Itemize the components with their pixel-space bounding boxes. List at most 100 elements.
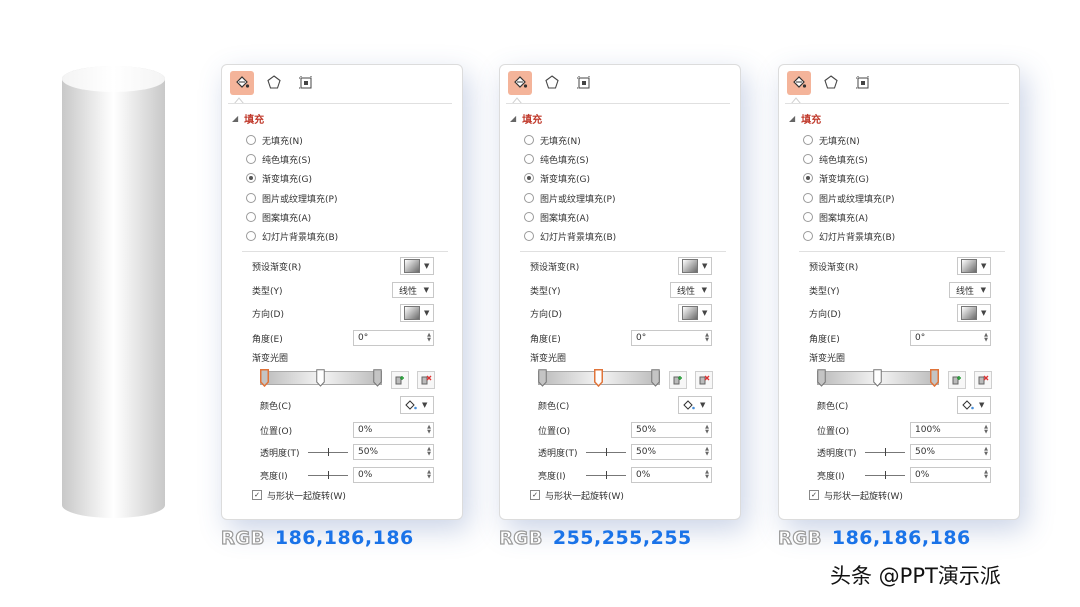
radio-button[interactable] <box>246 173 256 183</box>
gradient-stop[interactable] <box>373 369 382 387</box>
type-select[interactable]: 线性 ▼ <box>670 282 712 298</box>
rotate-checkbox[interactable]: ✓ <box>252 490 262 500</box>
tab-pentagon-shape[interactable] <box>262 71 286 95</box>
rotate-with-shape-option[interactable]: ✓ 与形状一起旋转(W) <box>530 488 624 502</box>
spinner-arrows-icon[interactable]: ▲ ▼ <box>427 447 431 457</box>
fill-section-header[interactable]: ◢ 填充 <box>232 111 264 126</box>
gradient-stops-bar[interactable] <box>817 369 939 387</box>
brightness-spinner[interactable]: 0% ▲ ▼ <box>910 467 991 483</box>
transparency-slider[interactable] <box>308 445 348 459</box>
brightness-slider[interactable] <box>586 468 626 482</box>
spinner-arrows-icon[interactable]: ▲ ▼ <box>427 333 431 343</box>
position-spinner[interactable]: 0% ▲ ▼ <box>353 422 434 438</box>
type-select[interactable]: 线性 ▼ <box>949 282 991 298</box>
transparency-spinner[interactable]: 50% ▲ ▼ <box>353 444 434 460</box>
fill-section-header[interactable]: ◢ 填充 <box>789 111 821 126</box>
radio-button[interactable] <box>524 173 534 183</box>
preset-gradient-dropdown[interactable]: ▼ <box>957 257 991 275</box>
tab-pentagon-shape[interactable] <box>819 71 843 95</box>
color-dropdown[interactable]: ▼ <box>400 396 434 414</box>
radio-button[interactable] <box>246 212 256 222</box>
remove-gradient-stop-button[interactable] <box>695 371 713 389</box>
brightness-spinner[interactable]: 0% ▲ ▼ <box>631 467 712 483</box>
brightness-spinner[interactable]: 0% ▲ ▼ <box>353 467 434 483</box>
gradient-stop[interactable] <box>316 369 325 387</box>
remove-gradient-stop-button[interactable] <box>417 371 435 389</box>
fill-option[interactable]: 图片或纹理填充(P) <box>246 191 337 205</box>
fill-option[interactable]: 幻灯片背景填充(B) <box>524 229 616 243</box>
radio-button[interactable] <box>524 135 534 145</box>
spinner-arrows-icon[interactable]: ▲ ▼ <box>984 470 988 480</box>
position-spinner[interactable]: 50% ▲ ▼ <box>631 422 712 438</box>
spinner-arrows-icon[interactable]: ▲ ▼ <box>705 333 709 343</box>
spinner-arrows-icon[interactable]: ▲ ▼ <box>705 425 709 435</box>
direction-dropdown[interactable]: ▼ <box>400 304 434 322</box>
fill-option[interactable]: 渐变填充(G) <box>246 171 312 185</box>
spinner-arrows-icon[interactable]: ▲ ▼ <box>705 447 709 457</box>
spinner-arrows-icon[interactable]: ▲ ▼ <box>984 333 988 343</box>
gradient-stop[interactable] <box>873 369 882 387</box>
rotate-with-shape-option[interactable]: ✓ 与形状一起旋转(W) <box>252 488 346 502</box>
slider-thumb[interactable] <box>328 448 329 456</box>
gradient-stop[interactable] <box>930 369 939 387</box>
transparency-spinner[interactable]: 50% ▲ ▼ <box>631 444 712 460</box>
radio-button[interactable] <box>803 193 813 203</box>
gradient-stop[interactable] <box>651 369 660 387</box>
slider-thumb[interactable] <box>328 471 329 479</box>
tab-size-properties[interactable] <box>851 71 875 95</box>
radio-button[interactable] <box>246 135 256 145</box>
slider-thumb[interactable] <box>606 448 607 456</box>
tab-fill-bucket[interactable] <box>787 71 811 95</box>
radio-button[interactable] <box>246 193 256 203</box>
slider-thumb[interactable] <box>606 471 607 479</box>
fill-option[interactable]: 无填充(N) <box>524 133 581 147</box>
remove-gradient-stop-button[interactable] <box>974 371 992 389</box>
transparency-slider[interactable] <box>586 445 626 459</box>
angle-spinner[interactable]: 0° ▲ ▼ <box>631 330 712 346</box>
fill-option[interactable]: 无填充(N) <box>803 133 860 147</box>
tab-size-properties[interactable] <box>294 71 318 95</box>
rotate-with-shape-option[interactable]: ✓ 与形状一起旋转(W) <box>809 488 903 502</box>
brightness-slider[interactable] <box>865 468 905 482</box>
preset-gradient-dropdown[interactable]: ▼ <box>400 257 434 275</box>
add-gradient-stop-button[interactable] <box>948 371 966 389</box>
radio-button[interactable] <box>803 212 813 222</box>
add-gradient-stop-button[interactable] <box>391 371 409 389</box>
gradient-stop[interactable] <box>260 369 269 387</box>
transparency-spinner[interactable]: 50% ▲ ▼ <box>910 444 991 460</box>
radio-button[interactable] <box>524 231 534 241</box>
spinner-arrows-icon[interactable]: ▲ ▼ <box>705 470 709 480</box>
fill-option[interactable]: 幻灯片背景填充(B) <box>246 229 338 243</box>
brightness-slider[interactable] <box>308 468 348 482</box>
slider-thumb[interactable] <box>885 448 886 456</box>
gradient-stops-bar[interactable] <box>260 369 382 387</box>
type-select[interactable]: 线性 ▼ <box>392 282 434 298</box>
angle-spinner[interactable]: 0° ▲ ▼ <box>353 330 434 346</box>
fill-option[interactable]: 纯色填充(S) <box>524 152 589 166</box>
fill-option[interactable]: 纯色填充(S) <box>803 152 868 166</box>
fill-option[interactable]: 图片或纹理填充(P) <box>524 191 615 205</box>
preset-gradient-dropdown[interactable]: ▼ <box>678 257 712 275</box>
radio-button[interactable] <box>246 154 256 164</box>
gradient-stop[interactable] <box>594 369 603 387</box>
tab-fill-bucket[interactable] <box>508 71 532 95</box>
radio-button[interactable] <box>524 193 534 203</box>
slider-thumb[interactable] <box>885 471 886 479</box>
fill-option[interactable]: 无填充(N) <box>246 133 303 147</box>
tab-size-properties[interactable] <box>572 71 596 95</box>
spinner-arrows-icon[interactable]: ▲ ▼ <box>984 447 988 457</box>
fill-option[interactable]: 图案填充(A) <box>803 210 868 224</box>
tab-pentagon-shape[interactable] <box>540 71 564 95</box>
fill-option[interactable]: 幻灯片背景填充(B) <box>803 229 895 243</box>
radio-button[interactable] <box>524 154 534 164</box>
position-spinner[interactable]: 100% ▲ ▼ <box>910 422 991 438</box>
fill-section-header[interactable]: ◢ 填充 <box>510 111 542 126</box>
gradient-stop[interactable] <box>538 369 547 387</box>
add-gradient-stop-button[interactable] <box>669 371 687 389</box>
radio-button[interactable] <box>524 212 534 222</box>
fill-option[interactable]: 渐变填充(G) <box>803 171 869 185</box>
spinner-arrows-icon[interactable]: ▲ ▼ <box>427 470 431 480</box>
color-dropdown[interactable]: ▼ <box>678 396 712 414</box>
transparency-slider[interactable] <box>865 445 905 459</box>
fill-option[interactable]: 图片或纹理填充(P) <box>803 191 894 205</box>
